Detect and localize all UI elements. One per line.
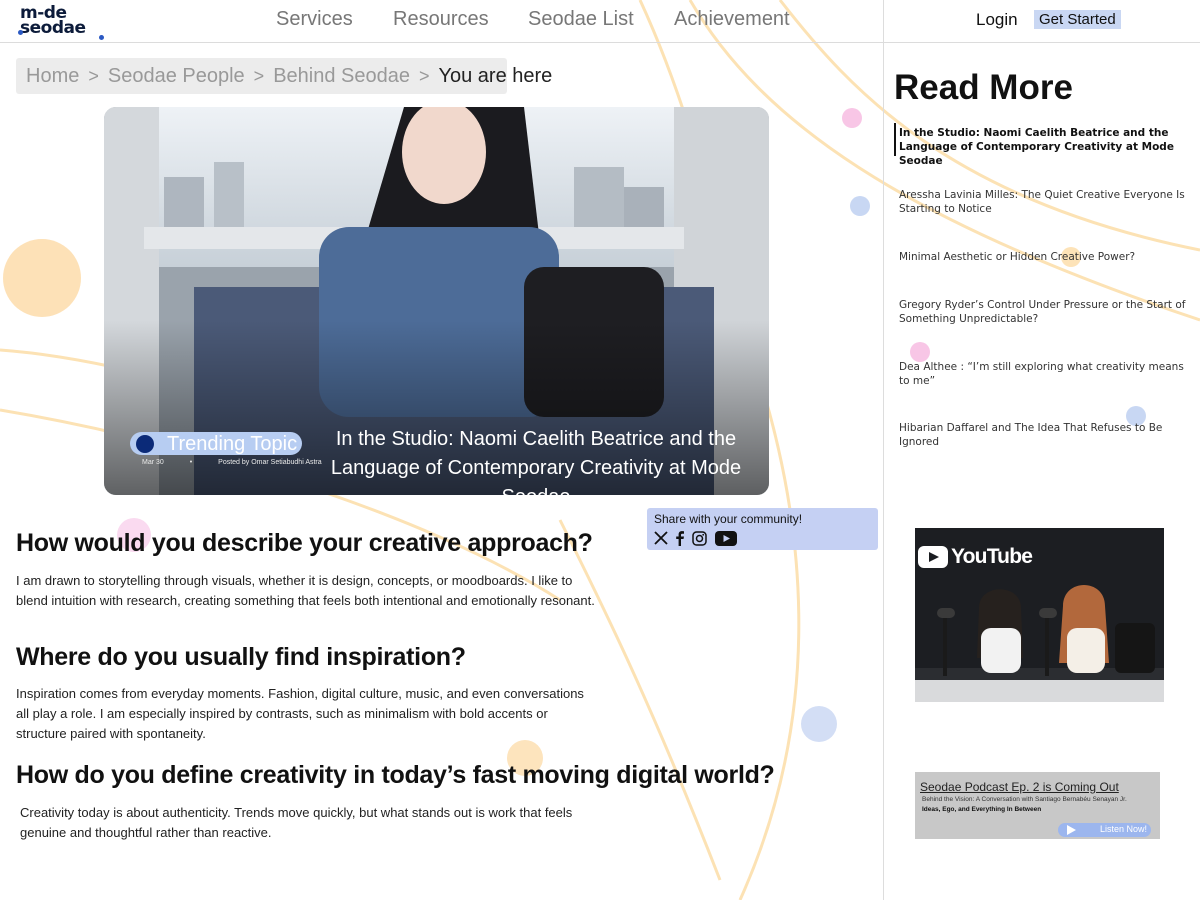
- post-author: Posted by Omar Setiabudhi Astra: [218, 459, 322, 466]
- trending-topic-label: Trending Topic: [167, 433, 298, 455]
- instagram-icon[interactable]: [692, 530, 707, 546]
- x-icon[interactable]: [654, 531, 668, 545]
- question-heading-2: Where do you usually find inspiration?: [16, 643, 466, 671]
- read-more-title: Read More: [894, 68, 1073, 107]
- hero-title[interactable]: In the Studio: Naomi Caelith Beatrice an…: [314, 425, 758, 495]
- question-heading-3: How do you define creativity in today’s …: [16, 761, 775, 789]
- logo-dot: [99, 35, 104, 40]
- trending-topic-badge[interactable]: Trending Topic: [130, 432, 302, 455]
- podcast-tagline: Ideas, Ego, and Everything In Between: [922, 806, 1042, 813]
- breadcrumb-separator: >: [88, 65, 99, 86]
- login-link[interactable]: Login: [976, 10, 1018, 30]
- nav-achievement[interactable]: Achievement: [674, 8, 790, 31]
- listen-now-button[interactable]: Listen Now!: [1058, 823, 1151, 837]
- badge-dot-icon: [136, 435, 154, 453]
- share-label: Share with your community!: [654, 512, 803, 526]
- share-icons: [654, 530, 737, 546]
- breadcrumb-current: You are here: [438, 64, 553, 87]
- youtube-play-icon: [918, 546, 948, 568]
- mode-seodae-logo[interactable]: m-de seodae: [18, 5, 104, 40]
- breadcrumb-home[interactable]: Home: [26, 65, 79, 88]
- podcast-subtitle: Behind the Vision: A Conversation with S…: [922, 796, 1127, 803]
- youtube-video-embed[interactable]: YouTube: [915, 528, 1164, 702]
- read-more-item[interactable]: In the Studio: Naomi Caelith Beatrice an…: [899, 126, 1189, 168]
- read-more-item[interactable]: Minimal Aesthetic or Hidden Creative Pow…: [899, 250, 1189, 264]
- breadcrumb-seodae-people[interactable]: Seodae People: [108, 65, 245, 88]
- youtube-logo: YouTube: [918, 545, 1033, 569]
- listen-now-label: Listen Now!: [1100, 824, 1148, 834]
- read-more-item[interactable]: Dea Althee : “I’m still exploring what c…: [899, 360, 1189, 388]
- meta-bullet: •: [189, 459, 193, 466]
- top-navigation-bar: m-de seodae Services Resources Seodae Li…: [0, 0, 1200, 43]
- post-date: Mar 30: [142, 459, 164, 466]
- youtube-icon[interactable]: [715, 530, 737, 546]
- youtube-wordmark: YouTube: [951, 545, 1033, 568]
- sidebar-divider: [883, 0, 884, 900]
- logo-dot: [18, 30, 23, 35]
- play-icon: [1067, 825, 1076, 835]
- breadcrumb-behind-seodae[interactable]: Behind Seodae: [273, 65, 410, 88]
- breadcrumb: Home > Seodae People > Behind Seodae > Y…: [16, 58, 552, 94]
- podcast-promo-card: Seodae Podcast Ep. 2 is Coming Out Behin…: [915, 772, 1160, 839]
- share-panel: Share with your community!: [647, 508, 878, 550]
- read-more-item[interactable]: Gregory Ryder’s Control Under Pressure o…: [899, 298, 1189, 326]
- podcast-title[interactable]: Seodae Podcast Ep. 2 is Coming Out: [920, 780, 1119, 794]
- nav-resources[interactable]: Resources: [393, 8, 489, 31]
- question-heading-1: How would you describe your creative app…: [16, 529, 593, 557]
- logo-line-2: seodae: [20, 18, 86, 38]
- get-started-button[interactable]: Get Started: [1034, 10, 1121, 29]
- breadcrumb-separator: >: [418, 65, 430, 86]
- nav-services[interactable]: Services: [276, 8, 353, 31]
- active-article-indicator: [894, 123, 896, 156]
- answer-paragraph-2: Inspiration comes from everyday moments.…: [16, 686, 584, 741]
- read-more-item[interactable]: Aressha Lavinia Milles: The Quiet Creati…: [899, 188, 1189, 216]
- breadcrumb-separator: >: [253, 65, 265, 86]
- answer-paragraph-1: I am drawn to storytelling through visua…: [16, 573, 595, 608]
- hero-feature-card[interactable]: Trending Topic Mar 30 • Posted by Omar S…: [104, 107, 769, 495]
- answer-paragraph-3: Creativity today is about authenticity. …: [20, 805, 573, 840]
- facebook-icon[interactable]: [676, 530, 684, 546]
- nav-seodae-list[interactable]: Seodae List: [528, 8, 634, 31]
- read-more-item[interactable]: Hibarian Daffarel and The Idea That Refu…: [899, 421, 1189, 449]
